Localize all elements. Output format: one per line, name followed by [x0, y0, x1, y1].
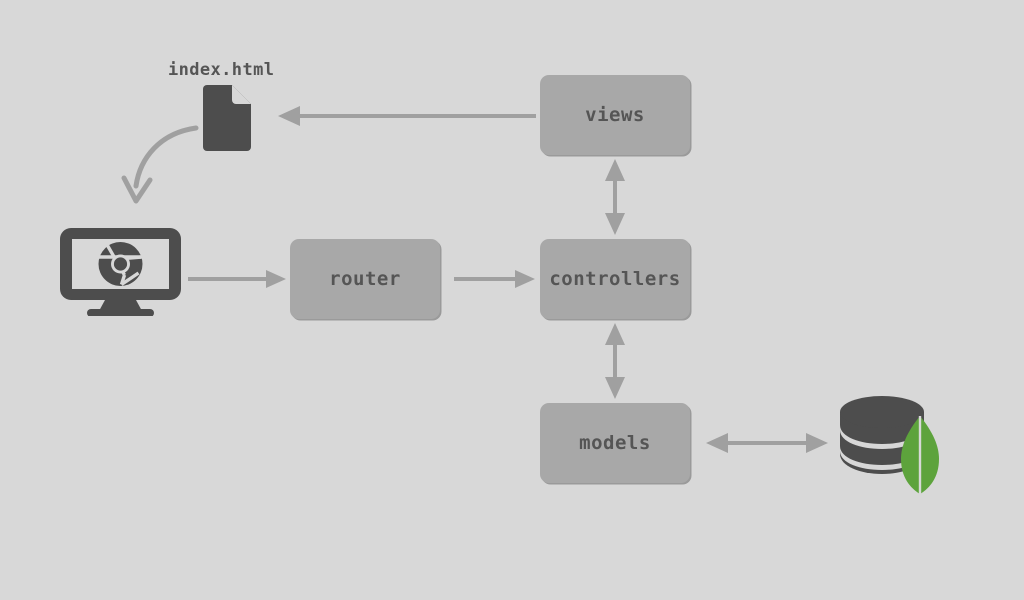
- mongodb-database-icon: [838, 392, 944, 514]
- arrow-views-to-file: [278, 106, 536, 126]
- architecture-diagram: index.html views router controllers mode…: [0, 0, 1024, 600]
- monitor-chrome-icon: [60, 228, 181, 320]
- node-router-label: router: [329, 268, 401, 290]
- arrow-file-to-browser: [121, 125, 199, 204]
- node-models-label: models: [579, 432, 651, 454]
- node-models[interactable]: models: [540, 403, 690, 483]
- node-views[interactable]: views: [540, 75, 690, 155]
- node-controllers-label: controllers: [549, 268, 681, 290]
- arrow-router-to-controllers: [454, 270, 535, 288]
- file-name-label: index.html: [168, 60, 275, 80]
- arrow-browser-to-router: [188, 270, 286, 288]
- node-controllers[interactable]: controllers: [540, 239, 690, 319]
- file-document-icon: [203, 85, 251, 155]
- arrow-models-database: [706, 433, 828, 453]
- node-router[interactable]: router: [290, 239, 440, 319]
- arrow-controllers-models: [605, 323, 625, 399]
- node-views-label: views: [585, 104, 645, 126]
- arrow-views-controllers: [605, 159, 625, 235]
